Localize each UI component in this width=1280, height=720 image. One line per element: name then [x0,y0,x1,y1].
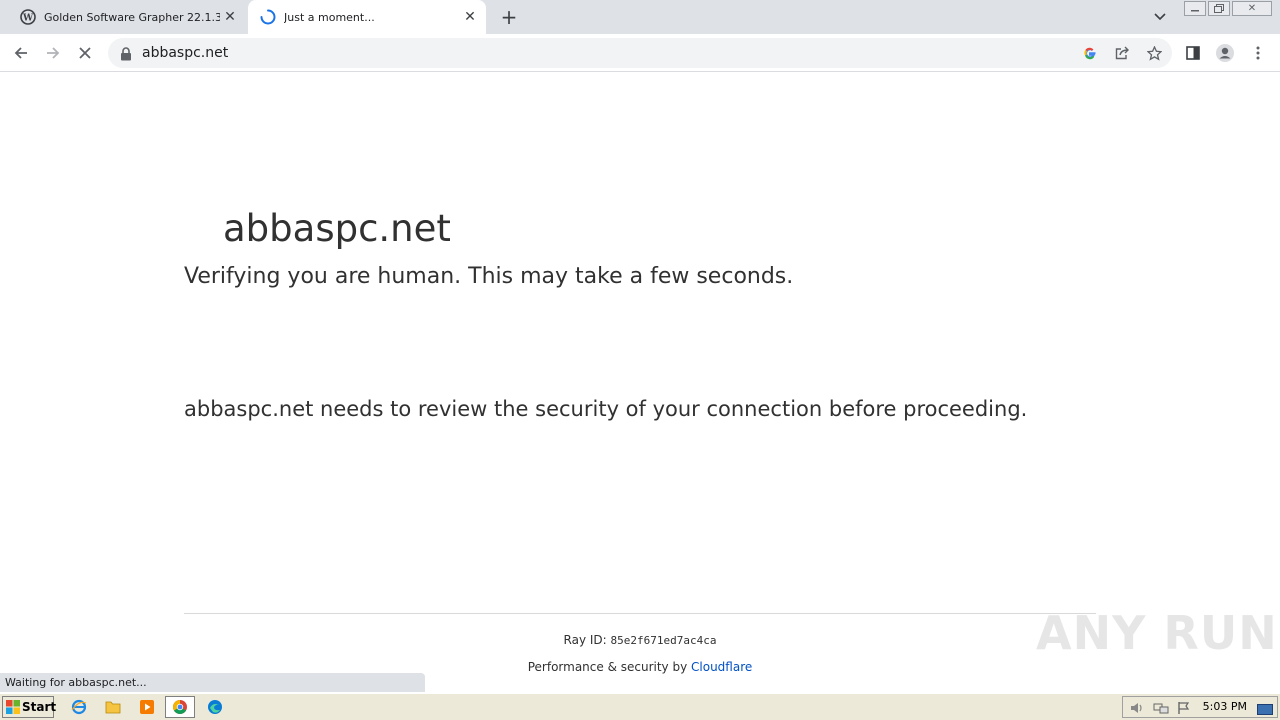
taskbar-clock[interactable]: 5:03 PM [1203,700,1247,713]
verifying-message: Verifying you are human. This may take a… [184,264,794,289]
lock-icon[interactable] [120,46,132,65]
volume-icon[interactable] [1129,700,1145,719]
share-icon[interactable] [1112,43,1132,63]
url-text: abbaspc.net [142,45,229,61]
close-tab-icon[interactable]: ✕ [460,7,480,27]
perf-label: Performance & security by [527,660,692,674]
footer-divider [184,613,1096,614]
edge-icon[interactable] [204,697,226,717]
taskbar: Start 5:03 PM [0,693,1280,720]
svg-text:W: W [22,14,34,24]
menu-kebab-icon[interactable] [1245,40,1271,66]
tab-title: Just a moment... [284,10,375,24]
bookmark-star-icon[interactable] [1144,43,1164,63]
security-review-message: abbaspc.net needs to review the security… [184,397,1028,421]
tab-grapher[interactable]: W Golden Software Grapher 22.1.333 C ✕ [8,0,246,34]
chrome-taskbar-icon[interactable] [165,696,195,718]
start-label: Start [22,700,57,714]
internet-explorer-icon[interactable] [68,697,90,717]
tab-strip: W Golden Software Grapher 22.1.333 C ✕ J… [0,0,1280,34]
restore-button[interactable] [1208,1,1230,16]
wordpress-icon: W [20,9,36,25]
stop-loading-button[interactable] [72,40,98,66]
close-tab-icon[interactable]: ✕ [220,7,240,27]
file-explorer-icon[interactable] [102,697,124,717]
tab-title: Golden Software Grapher 22.1.333 C [44,10,220,24]
tab-just-a-moment[interactable]: Just a moment... ✕ [248,0,486,34]
anyrun-watermark: ANY RUN [1036,606,1278,660]
start-button[interactable]: Start [2,696,57,718]
address-bar[interactable]: abbaspc.net [108,38,1172,68]
browser-toolbar: abbaspc.net [0,34,1280,72]
loading-spinner-icon [260,9,276,25]
network-icon[interactable] [1153,700,1169,719]
status-bubble: Waiting for abbaspc.net... [0,673,425,692]
action-center-flag-icon[interactable] [1177,700,1191,719]
ray-id-value: 85e2f671ed7ac4ca [610,634,717,647]
google-icon[interactable] [1080,43,1100,63]
ray-id-label: Ray ID: [563,633,611,647]
media-player-icon[interactable] [136,697,158,717]
forward-button[interactable] [40,40,66,66]
close-window-button[interactable]: ✕ [1232,1,1272,16]
site-title: abbaspc.net [223,207,451,250]
show-desktop-icon[interactable] [1257,701,1273,720]
back-button[interactable] [8,40,34,66]
tab-search-icon[interactable] [1150,7,1170,27]
cloudflare-link[interactable]: Cloudflare [691,660,752,674]
system-tray: 5:03 PM [1122,696,1278,718]
side-panel-icon[interactable] [1180,40,1206,66]
performance-credit: Performance & security by Cloudflare [0,660,1280,674]
profile-avatar-icon[interactable] [1212,40,1238,66]
windows-logo-icon [6,700,20,714]
new-tab-button[interactable]: + [498,5,520,29]
minimize-button[interactable] [1184,1,1206,16]
